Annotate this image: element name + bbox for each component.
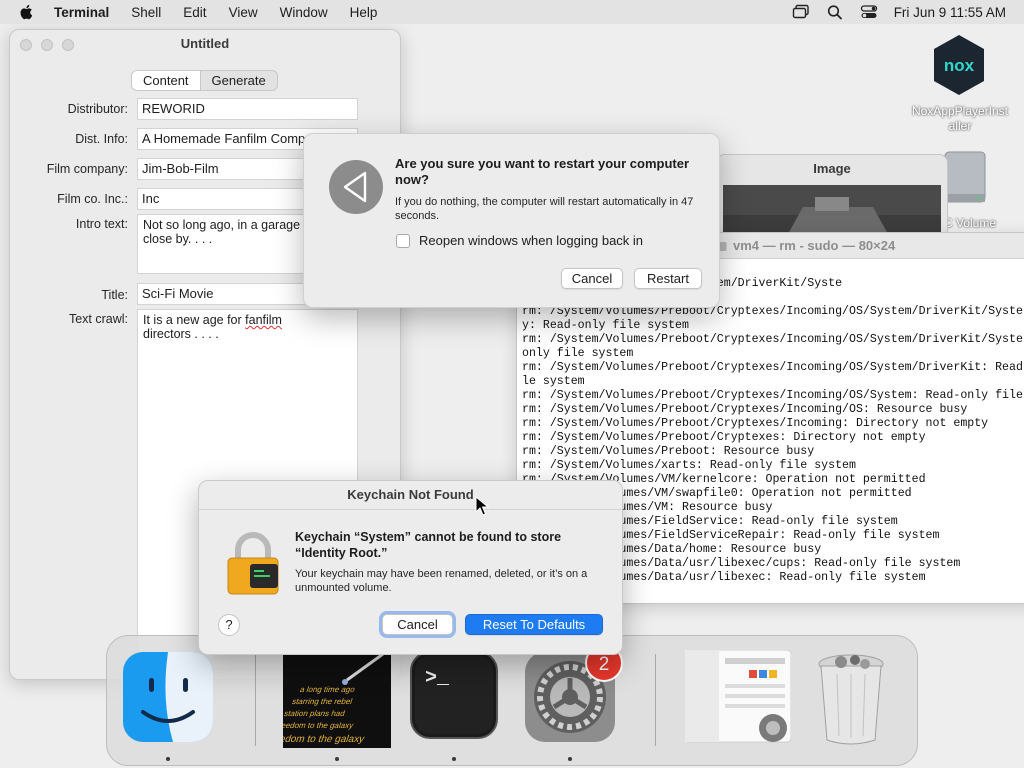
svg-text:freedom to the galaxy: freedom to the galaxy (283, 734, 367, 745)
keychain-message: Your keychain may have been renamed, del… (295, 568, 588, 594)
tab-content[interactable]: Content (132, 71, 201, 90)
terminal-line: rm: /System/Volumes/Preboot/Cryptexes/In… (522, 403, 968, 416)
menu-edit[interactable]: Edit (183, 5, 206, 20)
keychain-lock-icon (227, 532, 279, 595)
svg-text:nox: nox (944, 56, 975, 75)
terminal-line: only file system (522, 347, 634, 360)
menu-window[interactable]: Window (280, 5, 328, 20)
help-button[interactable]: ? (218, 614, 240, 636)
svg-text:freedom to the galaxy: freedom to the galaxy (283, 721, 355, 730)
title-label: Title: (101, 288, 128, 302)
trash-icon[interactable] (815, 650, 887, 746)
mouse-pointer-icon (475, 496, 489, 516)
dist-info-label: Dist. Info: (75, 132, 128, 146)
restart-button[interactable]: Restart (634, 268, 702, 289)
keychain-dialog: Keychain Not Found Keychain “System” can… (198, 480, 623, 655)
finder-icon[interactable] (121, 650, 215, 744)
svg-text:a long time ago: a long time ago (299, 685, 357, 694)
terminal-line: rm: /System/Volumes/Preboot/Cryptexes/In… (522, 361, 1023, 374)
text-crawl-line: It is a new age for fanfilm (143, 313, 352, 327)
misspelled-word: fanfilm (245, 313, 282, 327)
film-co-inc-label: Film co. Inc.: (57, 192, 128, 206)
reset-to-defaults-button[interactable]: Reset To Defaults (465, 614, 603, 635)
image-window-title: Image (813, 161, 851, 176)
keychain-heading: Keychain “System” cannot be found to sto… (295, 530, 562, 560)
terminal-running-dot (452, 757, 456, 761)
menu-extras: Fri Jun 9 11:55 AM (776, 0, 1006, 24)
film-company-label: Film company: (46, 162, 128, 176)
menu-app-terminal[interactable]: Terminal (54, 5, 109, 20)
reopen-windows-label: Reopen windows when logging back in (419, 233, 644, 248)
dock-separator (255, 654, 256, 746)
tab-selector: Content Generate (131, 70, 278, 91)
tab-generate[interactable]: Generate (201, 71, 277, 90)
keychain-cancel-button[interactable]: Cancel (382, 614, 453, 635)
reopen-windows-checkbox[interactable]: Reopen windows when logging back in (396, 233, 643, 248)
scifi-crawl-app-icon[interactable]: a long time ago starring the rebel stati… (283, 650, 391, 748)
screen-mirroring-icon[interactable] (792, 4, 810, 20)
terminal-line: rm: /System/Volumes/Preboot/Cryptexes/In… (522, 333, 1023, 346)
terminal-line: le system (522, 375, 585, 388)
terminal-line: rm: /System/Volumes/Preboot: Resource bu… (522, 445, 815, 458)
drive-volume-label: C Volume (944, 216, 997, 230)
checkbox-box[interactable] (396, 233, 410, 248)
terminal-line: rm: /System/Volumes/Preboot/Cryptexes: D… (522, 431, 926, 444)
terminal-line: rm: /System/Volumes/Preboot/Cryptexes/In… (522, 417, 989, 430)
terminal-title: vm4 — rm - sudo — 80×24 (733, 238, 896, 253)
text-crawl-segment: It is a new age for (143, 313, 246, 327)
svg-text:station plans had: station plans had (283, 709, 347, 718)
control-center-icon[interactable] (860, 4, 878, 20)
distributor-label: Distributor: (67, 102, 128, 116)
keychain-dialog-title: Keychain Not Found (199, 481, 622, 510)
menu-bar: Terminal Shell Edit View Window Help Fri… (0, 0, 1024, 24)
restart-icon (329, 160, 383, 214)
spotlight-search-icon[interactable] (826, 4, 844, 20)
restart-message: If you do nothing, the computer will res… (395, 196, 694, 222)
restart-heading: Are you sure you want to restart your co… (395, 156, 690, 187)
nox-installer-label: NoxAppPlayerInst aller (911, 104, 1009, 133)
image-window: Image (716, 154, 948, 244)
text-crawl-line: directors . . . . (143, 327, 219, 341)
terminal-prompt-glyph: >_ (425, 667, 450, 690)
restart-dialog: Are you sure you want to restart your co… (303, 133, 720, 308)
menu-clock[interactable]: Fri Jun 9 11:55 AM (894, 5, 1006, 20)
menu-shell[interactable]: Shell (131, 5, 161, 20)
terminal-line: rm: /System/Volumes/Preboot/Cryptexes/In… (522, 389, 1023, 402)
menu-view[interactable]: View (229, 5, 258, 20)
dock-separator (655, 654, 656, 746)
distributor-field[interactable]: REWORID (137, 98, 358, 120)
scifi-app-running-dot (335, 757, 339, 761)
apple-menu-icon[interactable] (18, 3, 36, 21)
terminal-line: y: Read-only file system (522, 319, 689, 332)
terminal-icon[interactable] (409, 650, 499, 740)
terminal-line: rm: /System/Volumes/xarts: Read-only fil… (522, 459, 856, 472)
svg-text:starring the rebel: starring the rebel (291, 697, 354, 706)
restart-cancel-button[interactable]: Cancel (561, 268, 623, 289)
window-title: Untitled (180, 36, 230, 51)
intro-text-label: Intro text: (75, 217, 128, 231)
recent-window-thumbnail[interactable] (685, 650, 791, 746)
finder-running-dot (166, 757, 170, 761)
nox-installer-icon[interactable]: nox (930, 33, 988, 97)
settings-running-dot (568, 757, 572, 761)
text-crawl-label: Text crawl: (68, 312, 128, 326)
menu-help[interactable]: Help (350, 5, 378, 20)
